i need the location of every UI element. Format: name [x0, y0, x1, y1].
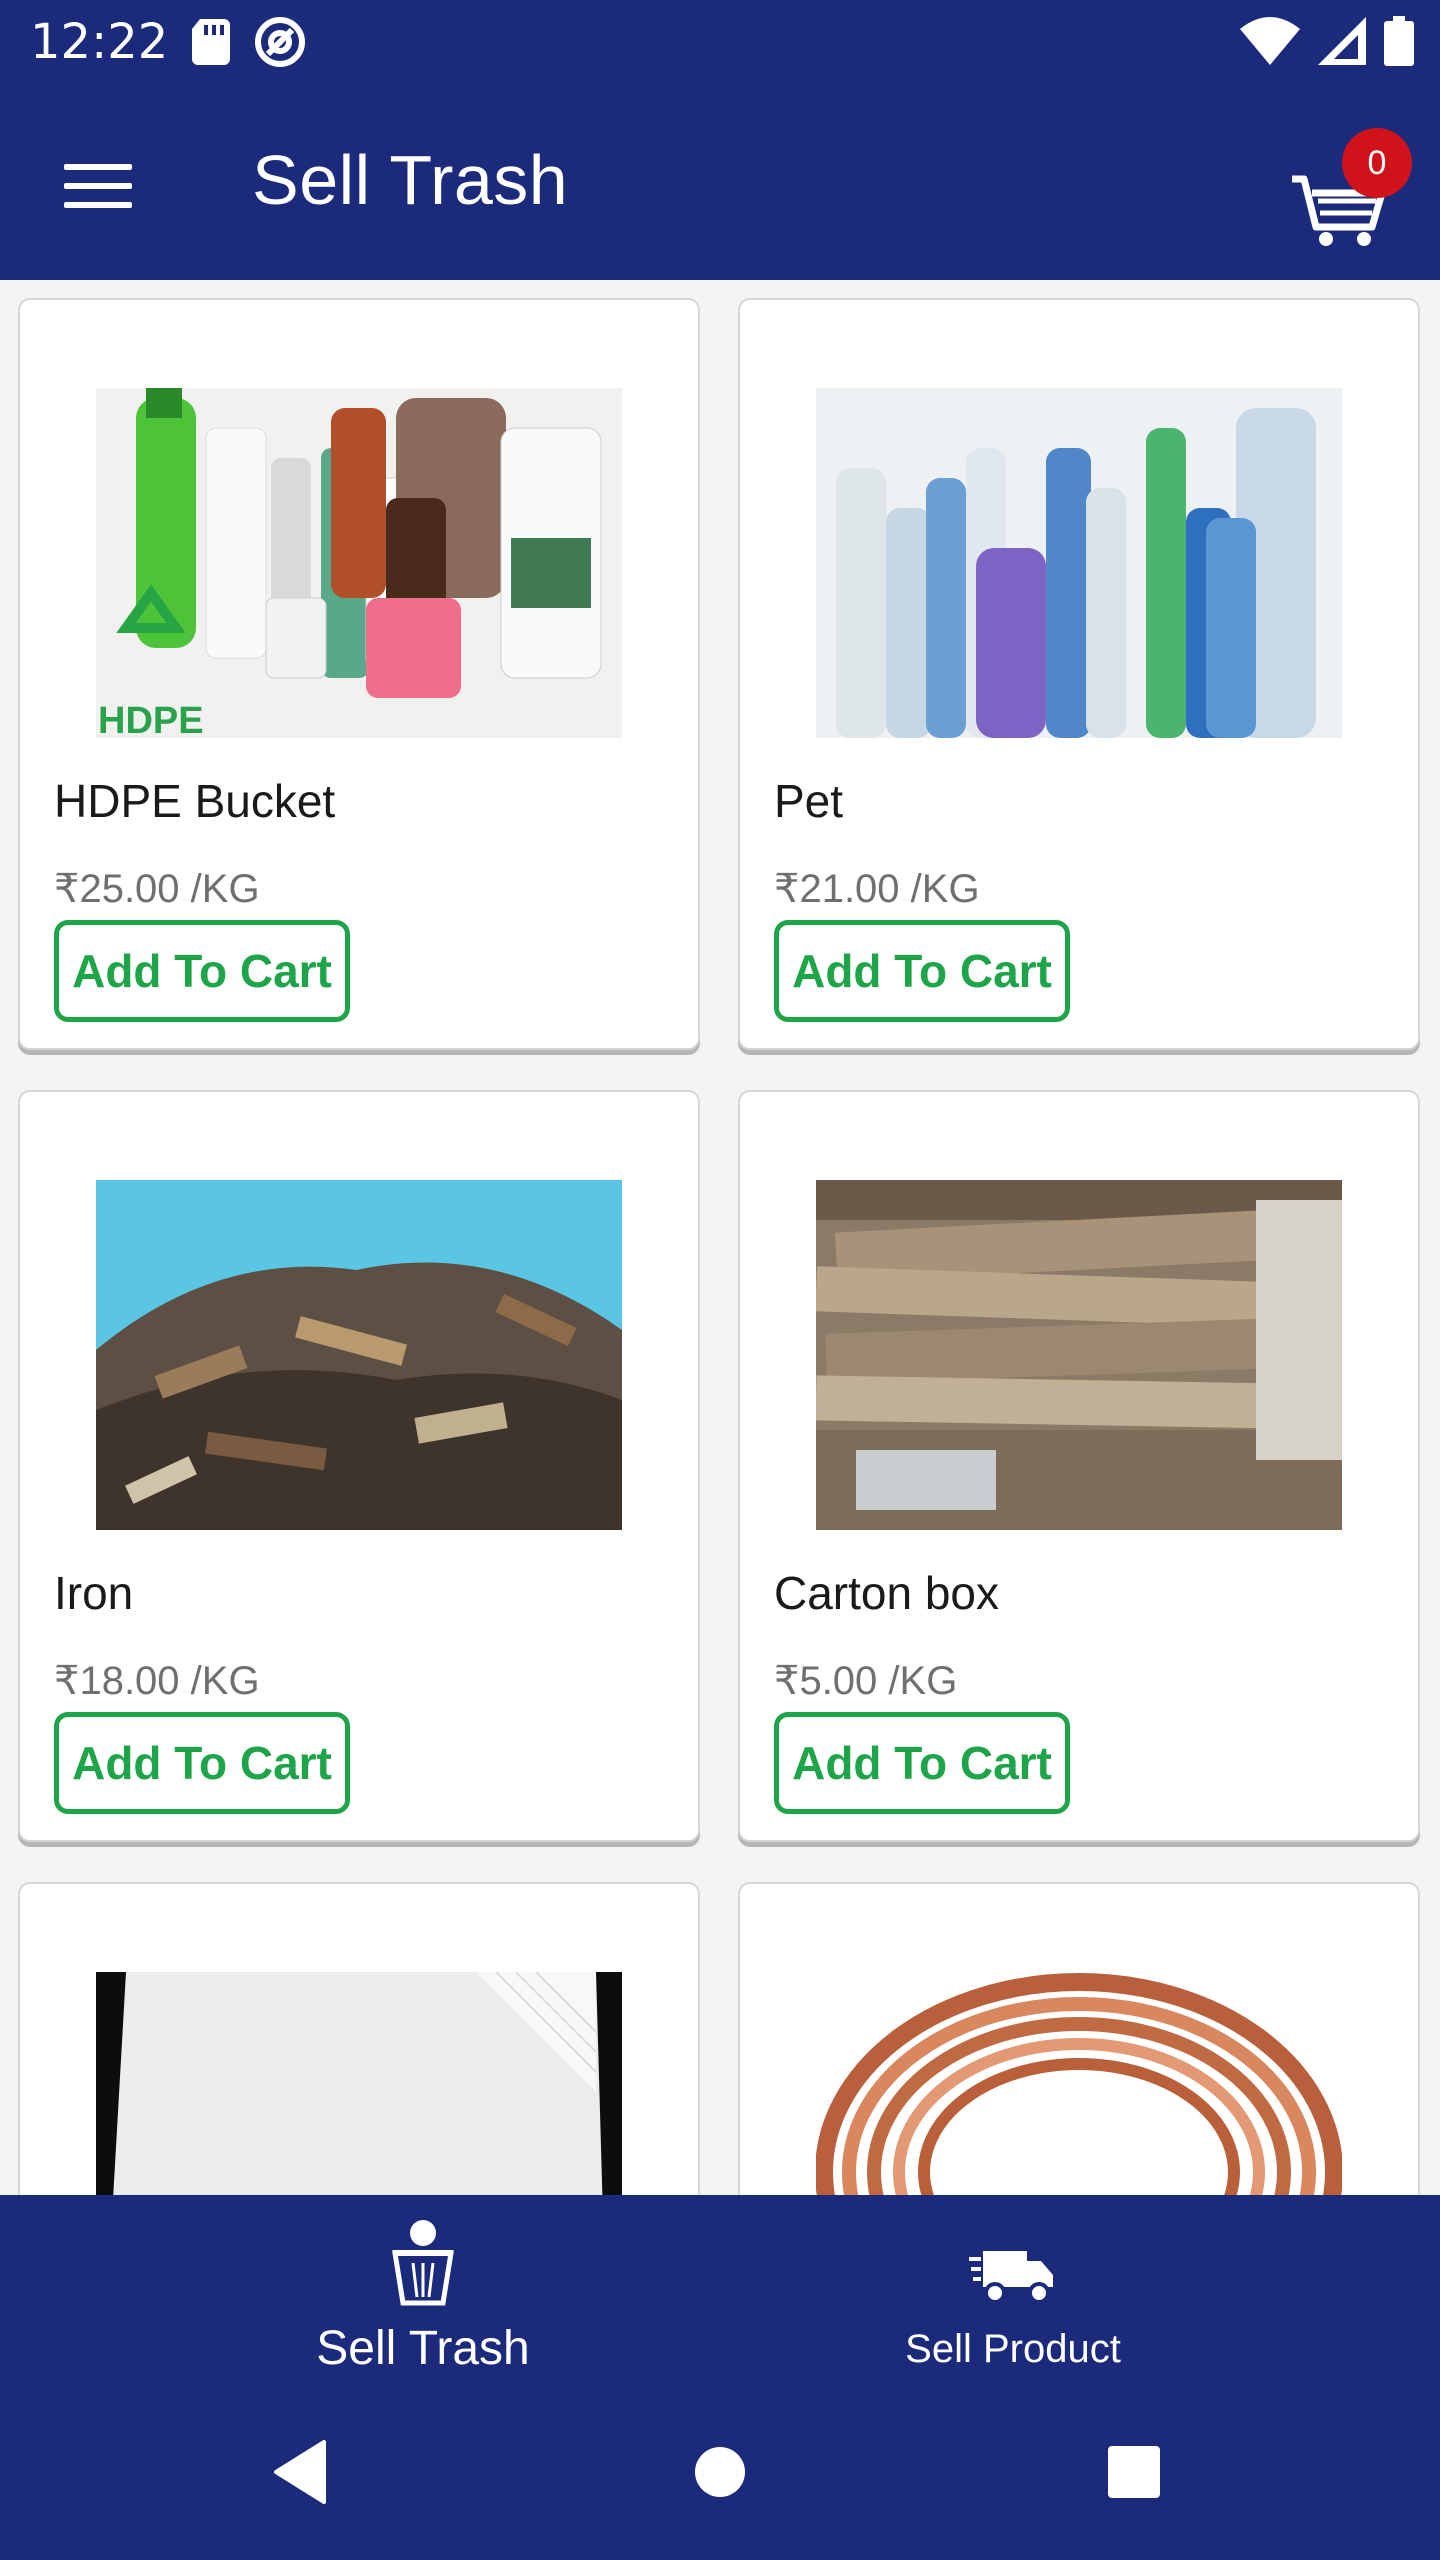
product-grid: HDPE HDPE Bucket ₹25.00 /KG Add To Cart — [0, 280, 1440, 2195]
hamburger-icon — [64, 164, 132, 170]
copper-coil-image — [816, 1972, 1342, 2195]
product-price: ₹25.00 /KG — [54, 867, 260, 911]
cart-count-badge: 0 — [1342, 128, 1412, 198]
scrap-iron-image — [96, 1180, 622, 1530]
bottom-navigation: Sell Trash Sell Product — [0, 2195, 1440, 2400]
hdpe-bottles-image: HDPE — [96, 388, 622, 738]
product-card: Pet ₹21.00 /KG Add To Cart — [738, 298, 1420, 1050]
at-sign-icon — [255, 17, 305, 67]
product-name: Iron — [54, 1567, 134, 1619]
page-title: Sell Trash — [252, 141, 569, 219]
cardboard-image — [816, 1180, 1342, 1530]
app-bar: Sell Trash 0 — [0, 84, 1440, 280]
product-price: ₹21.00 /KG — [774, 867, 980, 911]
status-time: 12:22 — [30, 14, 169, 70]
product-card: HDPE HDPE Bucket ₹25.00 /KG Add To Cart — [18, 298, 700, 1050]
add-to-cart-button[interactable]: Add To Cart — [54, 920, 350, 1022]
add-to-cart-button[interactable]: Add To Cart — [774, 920, 1070, 1022]
product-card: Carton box ₹5.00 /KG Add To Cart — [738, 1090, 1420, 1842]
product-name: Carton box — [774, 1567, 1000, 1619]
battery-icon — [1384, 16, 1414, 66]
menu-button[interactable] — [56, 144, 140, 228]
sd-card-icon — [192, 19, 230, 65]
truck-icon — [969, 2251, 1053, 2304]
home-icon[interactable] — [694, 2446, 746, 2498]
system-navigation-bar — [0, 2400, 1440, 2560]
trash-bin-icon — [392, 2220, 454, 2306]
recents-icon[interactable] — [1108, 2446, 1160, 2498]
pet-bottles-image — [816, 388, 1342, 738]
white-sheet-image — [96, 1972, 622, 2195]
product-price: ₹5.00 /KG — [774, 1659, 958, 1703]
signal-icon — [1318, 17, 1366, 65]
svg-text:HDPE: HDPE — [98, 700, 204, 738]
product-card: Iron ₹18.00 /KG Add To Cart — [18, 1090, 700, 1842]
product-name: HDPE Bucket — [54, 775, 336, 827]
back-icon[interactable] — [272, 2440, 328, 2504]
nav-label: Sell Trash — [316, 2322, 530, 2375]
product-card — [18, 1882, 700, 2195]
wifi-icon — [1240, 17, 1300, 65]
nav-label: Sell Product — [905, 2327, 1121, 2371]
product-card — [738, 1882, 1420, 2195]
add-to-cart-button[interactable]: Add To Cart — [54, 1712, 350, 1814]
add-to-cart-button[interactable]: Add To Cart — [774, 1712, 1070, 1814]
status-bar: 12:22 — [0, 0, 1440, 84]
product-price: ₹18.00 /KG — [54, 1659, 260, 1703]
nav-item-sell-product[interactable]: Sell Product — [653, 2195, 1373, 2400]
product-name: Pet — [774, 775, 844, 827]
